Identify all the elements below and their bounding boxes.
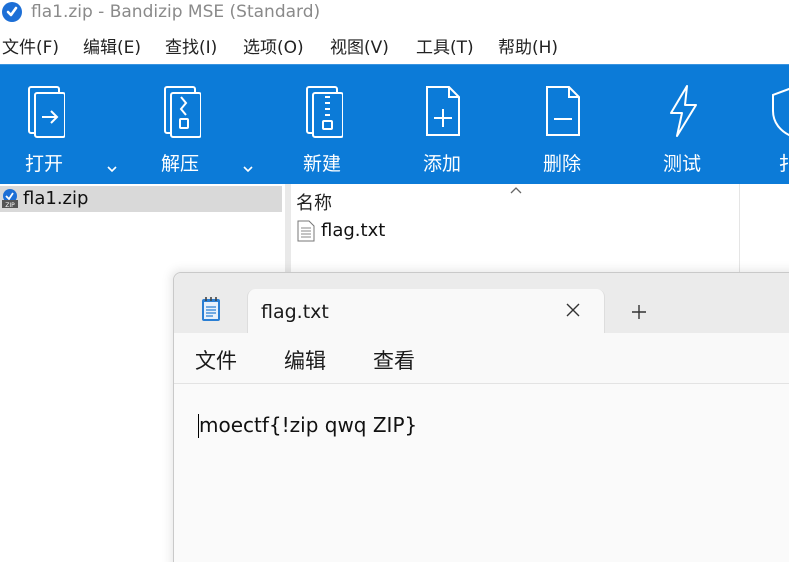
menu-help[interactable]: 帮助(H): [498, 36, 558, 60]
menu-bar: 文件(F) 编辑(E) 查找(I) 选项(O) 视图(V) 工具(T) 帮助(H…: [0, 34, 789, 64]
open-button[interactable]: 打开: [9, 83, 79, 183]
shield-button[interactable]: 扌: [753, 83, 789, 183]
notepad-text-area[interactable]: moectf{!zip qwq ZIP}: [174, 384, 789, 562]
menu-options[interactable]: 选项(O): [243, 36, 304, 60]
svg-text:ZIP: ZIP: [5, 202, 15, 209]
shield-icon: [772, 87, 789, 137]
tab-title: flag.txt: [261, 301, 329, 323]
test-button[interactable]: 测试: [647, 83, 717, 183]
menu-edit[interactable]: 编辑(E): [83, 36, 141, 60]
column-divider[interactable]: [739, 184, 740, 284]
bandizip-title-bar: fla1.zip - Bandizip MSE (Standard): [0, 0, 789, 34]
notepad-menu-file[interactable]: 文件: [195, 345, 237, 375]
window-title: fla1.zip - Bandizip MSE (Standard): [31, 2, 321, 22]
notepad-menu-edit[interactable]: 编辑: [284, 345, 326, 375]
notepad-icon: [202, 297, 220, 321]
new-archive-button[interactable]: 新建: [287, 83, 357, 183]
notepad-window: flag.txt 文件 编辑 查看 moectf{!zip qwq ZIP}: [173, 272, 789, 562]
column-header-name[interactable]: 名称: [296, 189, 332, 215]
open-label: 打开: [24, 153, 63, 175]
document-text: moectf{!zip qwq ZIP}: [199, 413, 418, 437]
delete-label: 删除: [542, 153, 581, 175]
new-archive-icon: [306, 86, 343, 138]
delete-button[interactable]: 删除: [527, 83, 597, 183]
extract-icon: [164, 86, 201, 138]
sort-ascending-icon: [510, 187, 522, 194]
file-row[interactable]: flag.txt: [296, 218, 496, 244]
new-archive-label: 新建: [302, 153, 341, 175]
screen: fla1.zip - Bandizip MSE (Standard) 文件(F)…: [0, 0, 789, 562]
delete-file-icon: [546, 86, 580, 136]
menu-tools[interactable]: 工具(T): [416, 36, 474, 60]
open-dropdown-chevron-icon[interactable]: [106, 163, 118, 175]
new-tab-plus-icon[interactable]: [632, 305, 646, 319]
menu-find[interactable]: 查找(I): [165, 36, 217, 60]
extract-dropdown-chevron-icon[interactable]: [242, 163, 254, 175]
notepad-tab[interactable]: flag.txt: [247, 289, 605, 335]
shield-label: 扌: [778, 153, 789, 175]
toolbar: 打开 解压 新建 添加 删除 测试 扌: [0, 64, 789, 185]
open-archive-icon: [28, 86, 65, 138]
add-label: 添加: [422, 153, 461, 175]
extract-label: 解压: [160, 153, 199, 175]
test-label: 测试: [662, 153, 701, 175]
tree-item-archive[interactable]: ZIP fla1.zip: [0, 186, 282, 212]
notepad-tab-strip: flag.txt: [174, 273, 789, 335]
text-file-icon: [297, 220, 315, 242]
extract-button[interactable]: 解压: [145, 83, 215, 183]
tree-item-label: fla1.zip: [23, 188, 89, 209]
close-icon[interactable]: [566, 303, 580, 317]
add-file-icon: [426, 86, 460, 136]
menu-view[interactable]: 视图(V): [330, 36, 389, 60]
file-name: flag.txt: [321, 220, 386, 241]
notepad-menu-view[interactable]: 查看: [373, 345, 415, 375]
test-lightning-icon: [670, 85, 697, 137]
notepad-menu-bar: 文件 编辑 查看: [174, 333, 789, 384]
menu-file[interactable]: 文件(F): [2, 36, 59, 60]
add-button[interactable]: 添加: [407, 83, 477, 183]
bandizip-app-icon: [2, 2, 22, 22]
zip-icon: ZIP: [2, 189, 18, 209]
